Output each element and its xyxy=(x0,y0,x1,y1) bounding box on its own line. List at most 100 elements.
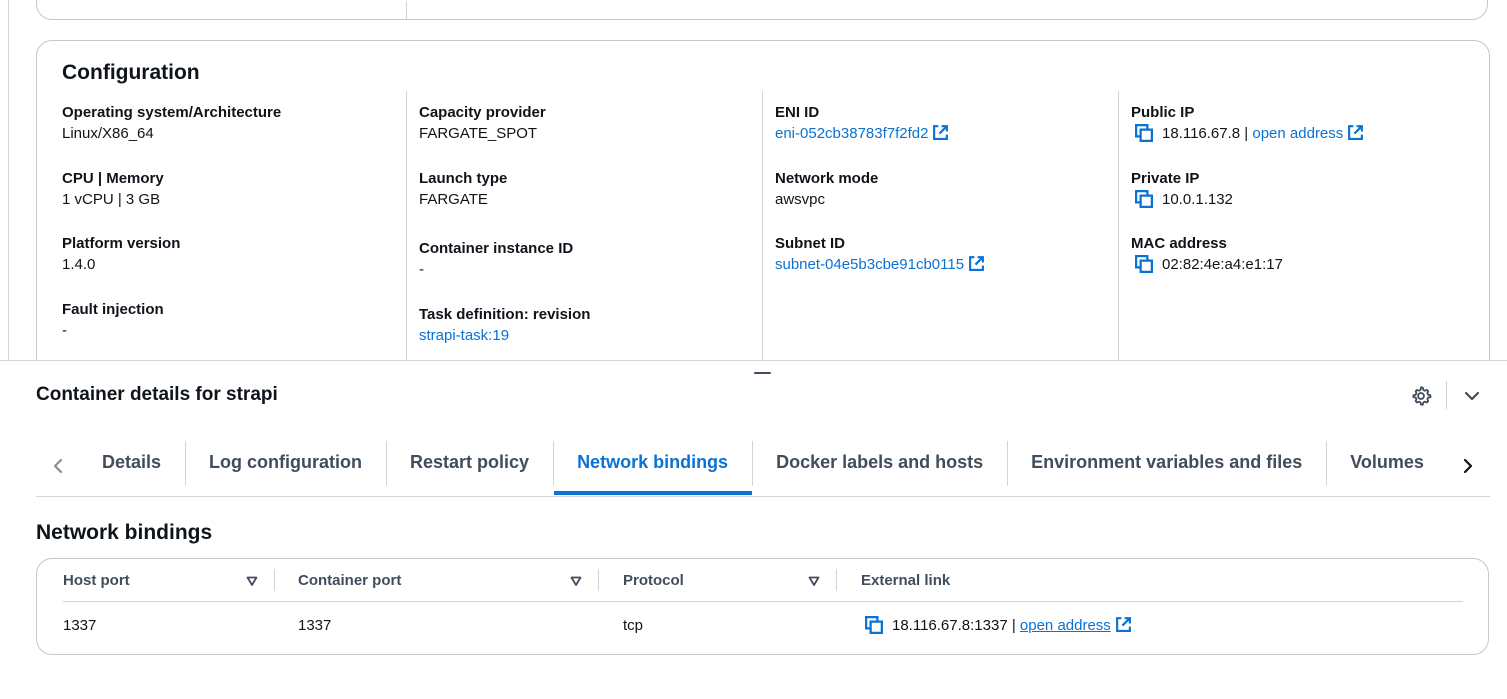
configuration-title: Configuration xyxy=(62,61,200,84)
field-label: ENI ID xyxy=(775,104,820,121)
sort-down-icon[interactable] xyxy=(246,574,258,586)
tab-details[interactable]: Details xyxy=(78,439,185,495)
chevron-right-icon[interactable] xyxy=(1454,452,1482,480)
gear-icon[interactable] xyxy=(1410,385,1432,407)
cpu-memory-field: CPU | Memory 1 vCPU | 3 GB xyxy=(62,169,164,211)
mac-address-value: 02:82:4e:a4:e1:17 xyxy=(1162,256,1283,273)
external-link-cell: 18.116.67.8:1337 | open address xyxy=(861,614,1132,638)
open-address-link[interactable]: open address xyxy=(1020,617,1111,634)
panel-resize-handle[interactable] xyxy=(754,372,771,374)
configuration-card: Configuration Operating system/Architect… xyxy=(36,40,1490,400)
config-column-2: Capacity provider FARGATE_SPOT Launch ty… xyxy=(406,91,775,361)
external-link-icon[interactable] xyxy=(932,124,949,148)
external-link-value: 18.116.67.8:1337 xyxy=(892,617,1008,634)
external-link-icon[interactable] xyxy=(1347,124,1364,148)
field-value: - xyxy=(62,322,67,339)
subnet-id-field: Subnet ID subnet-04e5b3cbe91cb0115 xyxy=(775,234,985,279)
config-column-4: Public IP 18.116.67.8 | open address Pri… xyxy=(1118,91,1475,361)
column-header-container-port[interactable]: Container port xyxy=(298,569,401,593)
container-instance-id-field: Container instance ID - xyxy=(419,239,573,281)
previous-section-card xyxy=(36,0,1488,20)
column-divider[interactable] xyxy=(274,569,275,591)
copy-icon[interactable] xyxy=(1135,124,1153,149)
container-details-title: Container details for strapi xyxy=(36,384,278,405)
column-header-host-port[interactable]: Host port xyxy=(63,569,130,593)
chevron-down-icon[interactable] xyxy=(1462,386,1482,406)
network-bindings-table: Host port Container port Protocol Extern… xyxy=(36,558,1489,655)
copy-icon[interactable] xyxy=(1135,255,1153,280)
container-details-panel: Container details for strapi Details Log… xyxy=(0,360,1507,699)
table-header-rule xyxy=(63,601,1463,602)
network-mode-field: Network mode awsvpc xyxy=(775,169,878,211)
field-value: - xyxy=(419,261,424,278)
eni-id-link[interactable]: eni-052cb38783f7f2fd2 xyxy=(775,125,928,142)
eni-id-field: ENI ID eni-052cb38783f7f2fd2 xyxy=(775,103,949,148)
field-label: Fault injection xyxy=(62,301,164,318)
tab-environment-variables-and-files[interactable]: Environment variables and files xyxy=(1007,439,1326,495)
previous-card-divider xyxy=(406,1,407,19)
field-value-row: 02:82:4e:a4:e1:17 xyxy=(1131,254,1283,280)
column-header-external-link: External link xyxy=(861,572,951,589)
field-label: Task definition: revision xyxy=(419,306,591,323)
field-value-row: subnet-04e5b3cbe91cb0115 xyxy=(775,254,985,279)
protocol-cell: tcp xyxy=(623,617,644,634)
copy-icon[interactable] xyxy=(1135,190,1153,215)
copy-icon[interactable] xyxy=(865,616,883,642)
field-label: Capacity provider xyxy=(419,104,546,121)
field-label: Public IP xyxy=(1131,104,1195,121)
tabs-row: Details Log configuration Restart policy… xyxy=(78,439,1448,495)
open-address-link[interactable]: open address xyxy=(1252,125,1343,142)
field-value: FARGATE xyxy=(419,191,488,208)
tab-docker-labels-and-hosts[interactable]: Docker labels and hosts xyxy=(752,439,1007,495)
capacity-provider-field: Capacity provider FARGATE_SPOT xyxy=(419,103,546,145)
chevron-left-icon[interactable] xyxy=(44,452,72,480)
sort-down-icon[interactable] xyxy=(808,574,820,586)
field-value: Linux/X86_64 xyxy=(62,125,154,142)
field-value-row: eni-052cb38783f7f2fd2 xyxy=(775,123,949,148)
tabs-viewport: Details Log configuration Restart policy… xyxy=(78,439,1448,496)
panel-header-divider xyxy=(1446,381,1447,409)
os-architecture-field: Operating system/Architecture Linux/X86_… xyxy=(62,103,281,145)
field-label: Subnet ID xyxy=(775,235,845,252)
field-value: awsvpc xyxy=(775,191,826,208)
platform-version-field: Platform version 1.4.0 xyxy=(62,234,180,276)
public-ip-value: 18.116.67.8 xyxy=(1162,125,1241,142)
field-value-row: 18.116.67.8 | open address xyxy=(1131,123,1364,149)
field-value: 1.4.0 xyxy=(62,256,96,273)
sort-down-icon[interactable] xyxy=(570,574,582,586)
field-value: FARGATE_SPOT xyxy=(419,125,538,142)
field-label: CPU | Memory xyxy=(62,170,164,187)
fault-injection-field: Fault injection - xyxy=(62,300,164,342)
field-label: Container instance ID xyxy=(419,240,574,257)
field-label: Platform version xyxy=(62,235,181,252)
external-link-icon[interactable] xyxy=(1115,616,1132,641)
launch-type-field: Launch type FARGATE xyxy=(419,169,507,211)
column-divider[interactable] xyxy=(836,569,837,591)
field-label: Private IP xyxy=(1131,170,1200,187)
tab-log-configuration[interactable]: Log configuration xyxy=(185,439,386,495)
column-header-protocol[interactable]: Protocol xyxy=(623,569,684,593)
tab-network-bindings[interactable]: Network bindings xyxy=(553,439,753,495)
config-column-3: ENI ID eni-052cb38783f7f2fd2 Network mod… xyxy=(762,91,1119,361)
mac-address-field: MAC address 02:82:4e:a4:e1:17 xyxy=(1131,234,1283,280)
container-port-cell: 1337 xyxy=(298,617,332,634)
public-ip-field: Public IP 18.116.67.8 | open address xyxy=(1131,103,1364,149)
field-label: Operating system/Architecture xyxy=(62,104,282,121)
tab-restart-policy[interactable]: Restart policy xyxy=(386,439,553,495)
field-value: 1 vCPU | 3 GB xyxy=(62,191,161,208)
subnet-id-link[interactable]: subnet-04e5b3cbe91cb0115 xyxy=(775,256,964,273)
network-bindings-title: Network bindings xyxy=(36,521,213,544)
task-definition-link[interactable]: strapi-task:19 xyxy=(419,325,590,347)
config-column-1: Operating system/Architecture Linux/X86_… xyxy=(62,103,402,363)
private-ip-value: 10.0.1.132 xyxy=(1162,191,1233,208)
tab-volumes[interactable]: Volumes xyxy=(1326,439,1448,495)
field-label: MAC address xyxy=(1131,235,1227,252)
host-port-cell: 1337 xyxy=(63,617,97,634)
field-value-row: 10.0.1.132 xyxy=(1131,189,1233,215)
field-label: Launch type xyxy=(419,170,508,187)
private-ip-field: Private IP 10.0.1.132 xyxy=(1131,169,1233,215)
external-link-icon[interactable] xyxy=(968,255,985,279)
column-divider[interactable] xyxy=(598,569,599,591)
field-label: Network mode xyxy=(775,170,879,187)
container-details-tabs: Details Log configuration Restart policy… xyxy=(36,439,1490,497)
